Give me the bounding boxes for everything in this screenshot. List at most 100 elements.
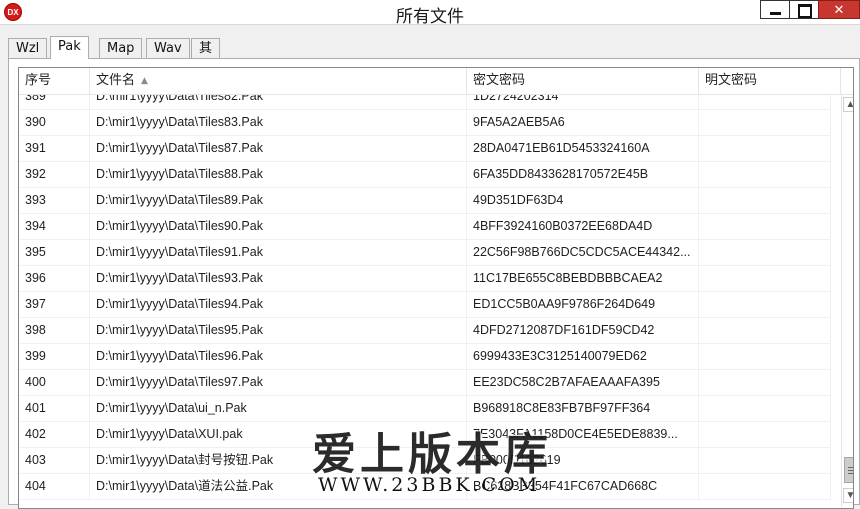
column-header-label: 序号 [25,73,52,88]
filename-cell: D:\mir1\yyyy\Data\Tiles90.Pak [90,213,467,239]
table-row[interactable]: 390 D:\mir1\yyyy\Data\Tiles83.Pak 9FA5A2… [19,109,831,136]
table-row[interactable]: 393 D:\mir1\yyyy\Data\Tiles89.Pak 49D351… [19,187,831,214]
filename-cell: D:\mir1\yyyy\Data\Tiles88.Pak [90,161,467,187]
column-header-label: 密文密码 [473,73,526,88]
plain-cell [699,317,831,343]
plain-cell [699,369,831,395]
index-cell: 395 [19,239,90,265]
index-cell: 403 [19,447,90,473]
table-row[interactable]: 396 D:\mir1\yyyy\Data\Tiles93.Pak 11C17B… [19,265,831,292]
cipher-cell: 4BFF3924160B0372EE68DA4D [467,213,699,239]
close-button[interactable]: ✕ [818,0,860,19]
cipher-cell: ED1CC5B0AA9F9786F264D649 [467,291,699,317]
plain-cell [699,447,831,473]
window-title: 所有文件 [396,7,464,27]
index-cell: 390 [19,109,90,135]
table-row[interactable]: 399 D:\mir1\yyyy\Data\Tiles96.Pak 699943… [19,343,831,370]
index-cell: 393 [19,187,90,213]
filename-cell: D:\mir1\yyyy\Data\Tiles91.Pak [90,239,467,265]
filename-cell: D:\mir1\yyyy\Data\Tiles83.Pak [90,109,467,135]
minimize-icon [770,12,781,15]
cipher-cell: 9FA5A2AEB5A6 [467,109,699,135]
table-row[interactable]: 400 D:\mir1\yyyy\Data\Tiles97.Pak EE23DC… [19,369,831,396]
index-cell: 402 [19,421,90,447]
cipher-cell: EE23DC58C2B7AFAEAAAFA395 [467,369,699,395]
index-cell: 394 [19,213,90,239]
table-row[interactable]: 389 D:\mir1\yyyy\Data\Tiles82.Pak 1D2724… [19,95,831,110]
tab-wav[interactable]: Wav [146,38,190,58]
tab-other[interactable]: 其他 [191,38,221,75]
plain-cell [699,421,831,447]
chevron-up-icon: ▲ [846,99,853,110]
plain-cell [699,473,831,499]
cipher-cell: 6999433E3C3125140079ED62 [467,343,699,369]
filename-cell: D:\mir1\yyyy\Data\Tiles87.Pak [90,135,467,161]
minimize-button[interactable] [760,0,790,19]
table-row[interactable]: 398 D:\mir1\yyyy\Data\Tiles95.Pak 4DFD27… [19,317,831,344]
table-row[interactable]: 397 D:\mir1\yyyy\Data\Tiles94.Pak ED1CC5… [19,291,831,318]
cipher-cell: 28DA0471EB61D5453324160A [467,135,699,161]
plain-cell [699,395,831,421]
cipher-cell: 49D351DF63D4 [467,187,699,213]
plain-cell [699,187,831,213]
watermark-text: 爱上版本库 [312,429,552,480]
vertical-scrollbar[interactable]: ▲ ▼ [841,95,853,507]
plain-cell [699,265,831,291]
plain-cell [699,95,831,109]
cipher-cell: 6FA35DD8433628170572E45B [467,161,699,187]
column-header-filename[interactable]: 文件名 ▲ [90,68,467,94]
maximize-icon [798,4,812,18]
filename-cell: D:\mir1\yyyy\Data\Tiles94.Pak [90,291,467,317]
tab-map[interactable]: Map [99,38,143,58]
filename-cell: D:\mir1\yyyy\Data\Tiles95.Pak [90,317,467,343]
table-row[interactable]: 392 D:\mir1\yyyy\Data\Tiles88.Pak 6FA35D… [19,161,831,188]
scroll-thumb[interactable] [844,457,853,483]
plain-cell [699,109,831,135]
cipher-cell: 11C17BE655C8BEBDBBBCAEA2 [467,265,699,291]
filename-cell: D:\mir1\yyyy\Data\Tiles89.Pak [90,187,467,213]
index-cell: 399 [19,343,90,369]
maximize-button[interactable] [789,0,819,19]
index-cell: 391 [19,135,90,161]
column-header-plain[interactable]: 明文密码 [699,68,841,94]
tab-pak[interactable]: Pak [50,36,89,59]
table-row[interactable]: 394 D:\mir1\yyyy\Data\Tiles90.Pak 4BFF39… [19,213,831,240]
grip-line [848,473,853,474]
column-header-label: 文件名 [96,73,136,88]
table-row[interactable]: 395 D:\mir1\yyyy\Data\Tiles91.Pak 22C56F… [19,239,831,266]
list-header: 序号 文件名 ▲ 密文密码 明文密码 [19,68,853,95]
index-cell: 397 [19,291,90,317]
title-bar: DX 所有文件 ✕ [0,0,860,27]
column-header-index[interactable]: 序号 [19,68,90,94]
index-cell: 404 [19,473,90,499]
plain-cell [699,343,831,369]
grip-line [848,470,853,471]
plain-cell [699,161,831,187]
tab-wzl[interactable]: Wzl [8,38,48,58]
scroll-up-button[interactable]: ▲ [843,97,853,112]
sort-ascending-icon: ▲ [141,76,148,86]
plain-cell [699,135,831,161]
index-cell: 401 [19,395,90,421]
filename-cell: D:\mir1\yyyy\Data\Tiles93.Pak [90,265,467,291]
filename-cell: D:\mir1\yyyy\Data\Tiles82.Pak [90,95,467,109]
filename-cell: D:\mir1\yyyy\Data\Tiles97.Pak [90,369,467,395]
cipher-cell: 1D2724202314 [467,95,699,109]
index-cell: 400 [19,369,90,395]
table-row[interactable]: 391 D:\mir1\yyyy\Data\Tiles87.Pak 28DA04… [19,135,831,162]
plain-cell [699,291,831,317]
index-cell: 392 [19,161,90,187]
index-cell: 398 [19,317,90,343]
column-header-label: 明文密码 [705,73,758,88]
index-cell: 396 [19,265,90,291]
plain-cell [699,239,831,265]
scroll-down-button[interactable]: ▼ [843,488,853,503]
plain-cell [699,213,831,239]
filename-cell: D:\mir1\yyyy\Data\Tiles96.Pak [90,343,467,369]
grip-line [848,467,853,468]
index-cell: 389 [19,95,90,109]
watermark-url: WWW.23BBK.COM [318,474,541,496]
cipher-cell: 22C56F98B766DC5CDC5ACE44342... [467,239,699,265]
chevron-down-icon: ▼ [846,490,853,501]
column-header-cipher[interactable]: 密文密码 [467,68,699,94]
